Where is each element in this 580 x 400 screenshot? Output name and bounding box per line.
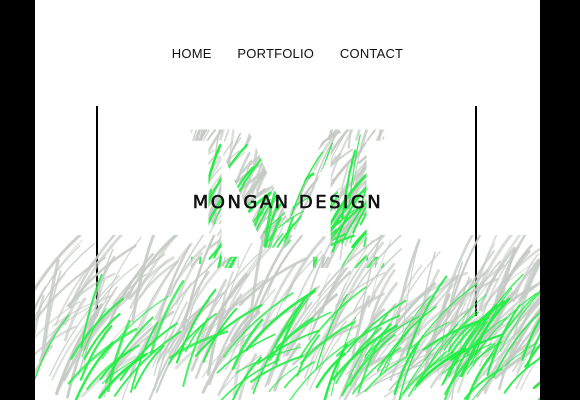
page-content: HOME PORTFOLIO CONTACT M MONGAN DESIGN [35, 0, 540, 400]
brand-name: MONGAN DESIGN [192, 192, 384, 214]
grass-illustration [35, 235, 540, 400]
nav-contact-link[interactable]: CONTACT [340, 46, 403, 61]
top-navigation: HOME PORTFOLIO CONTACT [35, 46, 540, 61]
nav-home-link[interactable]: HOME [172, 46, 212, 61]
grass-blade [307, 272, 331, 339]
grass-blade [250, 235, 266, 311]
nav-portfolio-link[interactable]: PORTFOLIO [237, 46, 314, 61]
